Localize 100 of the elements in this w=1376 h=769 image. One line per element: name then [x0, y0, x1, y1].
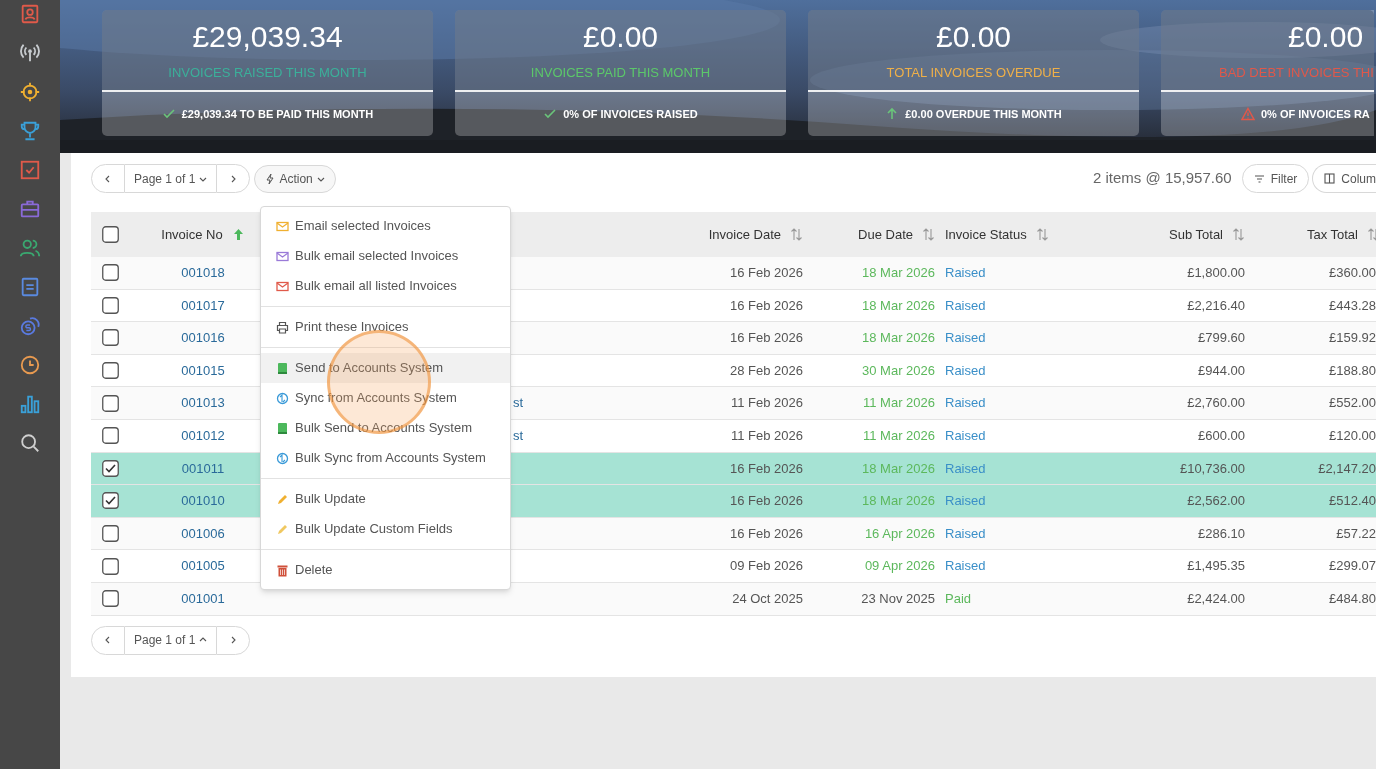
table-cell-text: 23 Nov 2025 — [861, 590, 935, 608]
menu-item[interactable]: Bulk Sync from Accounts System — [261, 443, 510, 473]
checkbox[interactable] — [102, 394, 119, 412]
target-icon[interactable] — [19, 81, 41, 103]
table-cell-text: 16 Feb 2026 — [730, 524, 803, 543]
table-cell-text: Paid — [945, 590, 972, 608]
antenna-icon[interactable] — [19, 42, 41, 64]
menu-item[interactable]: Email selected Invoices — [261, 211, 510, 241]
table-cell-text: Raised — [945, 361, 986, 380]
column-header[interactable]: Tax Total — [1306, 224, 1358, 245]
table-cell-text: Raised — [945, 557, 986, 576]
summary-label: TOTAL INVOICES OVERDUE — [886, 64, 1061, 82]
menu-item[interactable]: Bulk email all listed Invoices — [261, 271, 510, 301]
invoice-link[interactable]: 001016 — [181, 328, 225, 348]
table-cell-text: 11 Feb 2026 — [730, 427, 803, 445]
table-cell-text: £2,216.40 — [1187, 296, 1245, 315]
sort-ascending-icon[interactable] — [231, 228, 245, 241]
invoice-link[interactable]: 001018 — [181, 263, 225, 283]
summary-value: £29,039.34 — [192, 19, 343, 55]
table-cell-text: 16 Feb 2026 — [730, 492, 803, 511]
invoice-link[interactable]: 001011 — [181, 458, 225, 479]
table-cell-text: £443.28 — [1329, 296, 1376, 315]
checkbox[interactable] — [102, 557, 119, 575]
menu-item[interactable]: Bulk Update Custom Fields — [261, 514, 510, 544]
checkbox[interactable] — [102, 226, 119, 243]
summary-footer: £29,039.34 TO BE PAID THIS MONTH — [181, 105, 374, 123]
summary-value: £0.00 — [582, 19, 659, 55]
checkbox[interactable] — [102, 492, 119, 510]
invoice-link[interactable]: 001015 — [181, 360, 225, 381]
table-cell-text: Raised — [945, 296, 986, 315]
table-cell-text: 16 Feb 2026 — [730, 264, 803, 283]
summary-label: BAD DEBT INVOICES THI — [1219, 64, 1374, 82]
sort-icon[interactable] — [1232, 228, 1245, 241]
column-header[interactable]: Invoice Date — [708, 224, 781, 245]
menu-item[interactable]: Bulk Update — [261, 484, 510, 514]
table-cell-text: £159.92 — [1329, 329, 1376, 348]
menu-item[interactable]: Delete — [261, 555, 510, 585]
invoice-link[interactable]: 001010 — [181, 491, 225, 511]
page-selector[interactable]: Page 1 of 1 — [125, 625, 217, 655]
table-cell-text: £2,147.20 — [1318, 459, 1376, 478]
summary-label: INVOICES RAISED THIS MONTH — [168, 64, 367, 82]
table-cell-text: Raised — [945, 264, 986, 283]
menu-item[interactable]: Bulk email selected Invoices — [261, 241, 510, 271]
table-cell-text: 18 Mar 2026 — [862, 296, 935, 315]
search-icon[interactable] — [19, 432, 41, 454]
coins-icon[interactable] — [19, 315, 41, 337]
column-header[interactable]: Invoice Status — [945, 224, 1027, 245]
document-icon[interactable] — [19, 276, 41, 298]
checkbox[interactable] — [102, 459, 119, 477]
column-header[interactable]: Sub Total — [1169, 224, 1223, 245]
column-header[interactable]: Due Date — [858, 224, 913, 245]
page-selector[interactable]: Page 1 of 1 — [125, 164, 217, 193]
table-cell-text: Raised — [945, 329, 986, 348]
table-cell-text: £299.07 — [1329, 557, 1376, 576]
invoice-link[interactable]: 001005 — [181, 556, 225, 576]
column-header[interactable]: Invoice No — [161, 224, 223, 245]
sort-icon[interactable] — [790, 228, 803, 241]
columns-icon — [1324, 173, 1336, 184]
briefcase-icon[interactable] — [19, 198, 41, 220]
checkbox[interactable] — [102, 362, 119, 380]
invoice-link[interactable]: 001017 — [181, 295, 225, 316]
invoice-link[interactable]: 001001 — [181, 589, 225, 609]
table-cell-text: 28 Feb 2026 — [730, 361, 803, 380]
invoice-link[interactable]: 001006 — [181, 523, 225, 544]
sort-icon[interactable] — [922, 228, 935, 241]
clock-icon[interactable] — [19, 354, 41, 376]
checkbox[interactable] — [102, 296, 119, 314]
sort-icon[interactable] — [1035, 228, 1049, 241]
menu-item[interactable]: Print these Invoices — [261, 312, 510, 342]
columns-button[interactable]: Colum — [1312, 164, 1376, 193]
contact-card-icon[interactable] — [19, 3, 41, 25]
chevron-right-icon — [229, 174, 238, 183]
table-cell-text: £1,495.35 — [1187, 557, 1245, 576]
table-cell-text: £1,800.00 — [1187, 264, 1245, 283]
checkbox[interactable] — [102, 525, 119, 543]
checkbox[interactable] — [102, 329, 119, 347]
table-cell-text: £2,562.00 — [1187, 492, 1245, 511]
summary-footer: £0.00 OVERDUE THIS MONTH — [905, 105, 1062, 123]
table-cell-text: 24 Oct 2025 — [732, 590, 803, 608]
summary-value: £0.00 — [1288, 19, 1364, 55]
table-cell-text: 18 Mar 2026 — [862, 329, 935, 348]
chevron-right-icon — [229, 636, 238, 645]
checkbox[interactable] — [102, 264, 119, 282]
table-cell-text: 11 Feb 2026 — [730, 394, 803, 413]
table-cell-text: £2,760.00 — [1187, 394, 1245, 413]
table-cell-text: Raised — [945, 492, 986, 511]
summary-value: £0.00 — [935, 19, 1012, 55]
checkbox[interactable] — [102, 590, 119, 608]
invoice-link[interactable]: 001012 — [181, 426, 225, 446]
bar-chart-icon[interactable] — [19, 393, 41, 415]
checkbox[interactable] — [102, 427, 119, 445]
chevron-left-icon — [104, 636, 112, 645]
people-icon[interactable] — [19, 237, 41, 259]
trophy-icon[interactable] — [19, 120, 41, 142]
invoice-link[interactable]: 001013 — [181, 393, 225, 413]
table-cell-text: £10,736.00 — [1179, 459, 1245, 478]
table-row[interactable]: 001001 24 Oct 2025 23 Nov 2025 Paid £2,424.00 £484.80 — [91, 582, 1376, 616]
checkbox-icon[interactable] — [19, 159, 41, 181]
table-cell-text: £188.80 — [1329, 361, 1376, 380]
menu-item[interactable]: Bulk Send to Accounts System — [261, 413, 510, 443]
